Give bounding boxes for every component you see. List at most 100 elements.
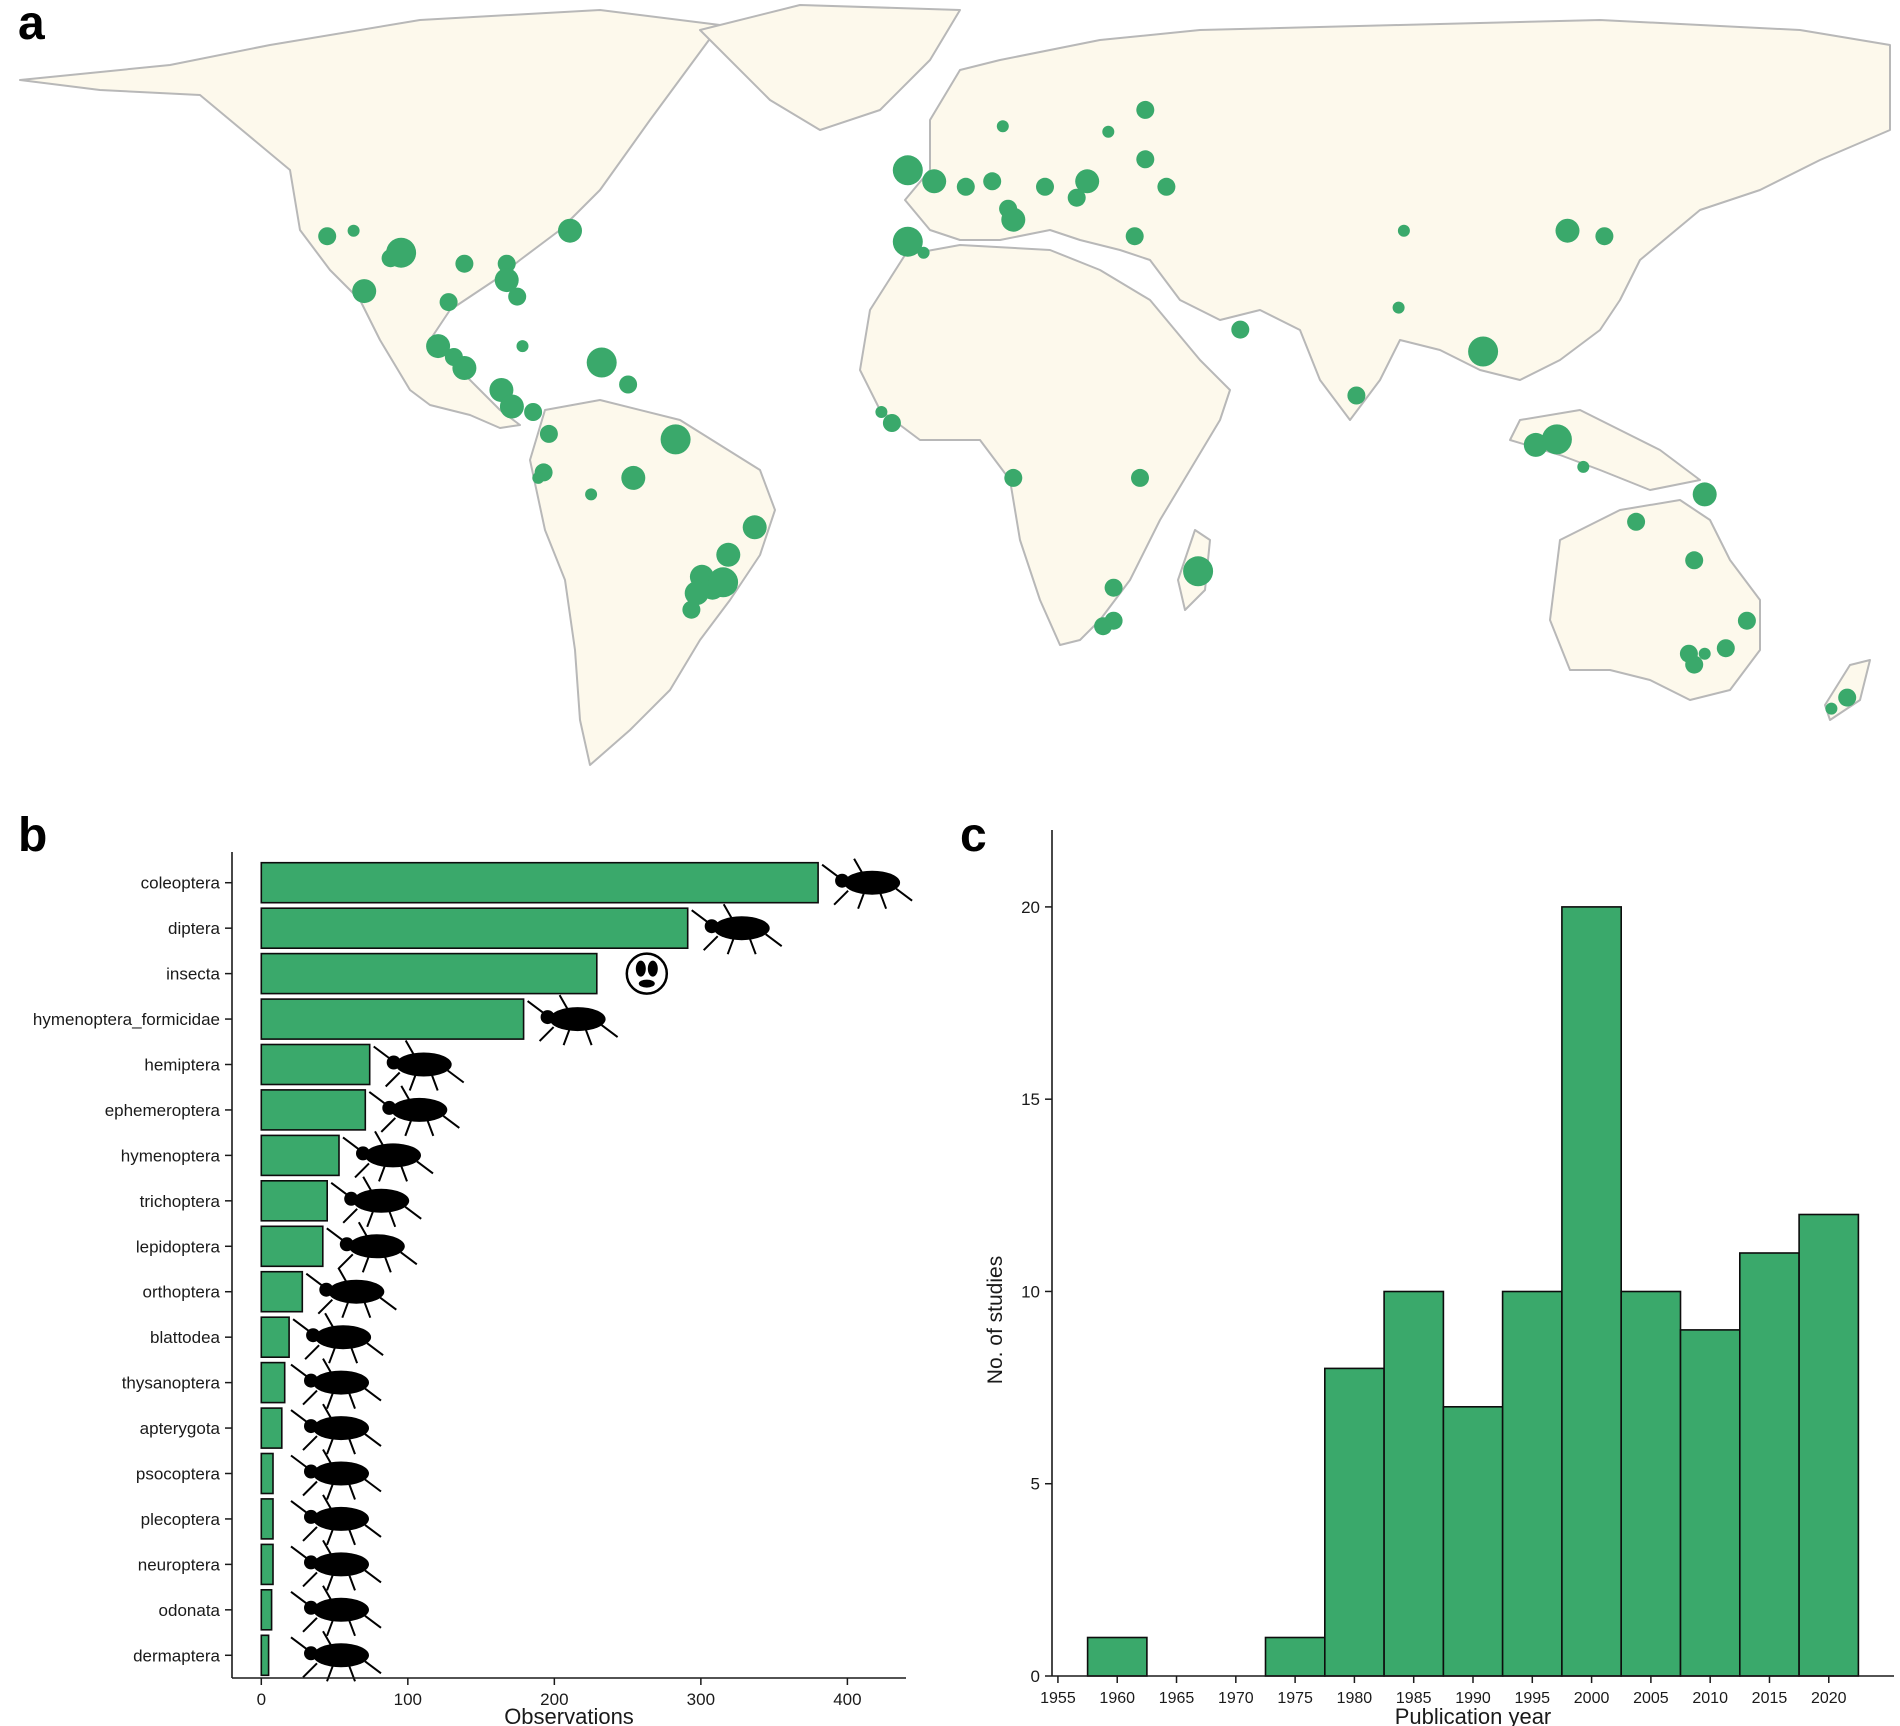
earwig-icon [290,1630,382,1682]
fly-icon [691,903,783,955]
site-marker [1001,207,1026,232]
y-tick-label: 5 [1031,1475,1040,1494]
bar-hemiptera [260,1043,371,1086]
site-marker [585,488,598,501]
silverfish-icon [290,1403,382,1455]
site-marker [922,169,947,194]
x-tick-label: 2015 [1752,1690,1788,1707]
site-marker [716,542,741,567]
y-tick-label: coleoptera [141,874,221,893]
dragonfly-icon [290,1585,382,1637]
x-tick-label: 2010 [1692,1690,1728,1707]
x-tick-label: 2005 [1633,1690,1669,1707]
y-tick-label: lepidoptera [136,1237,221,1256]
bar-dermaptera [260,1634,270,1677]
y-tick-labels: coleoptera diptera insecta hymenoptera_form… [33,874,232,1665]
site-marker [996,120,1009,133]
histogram-bar-2000 [1561,906,1623,1677]
site-marker [508,287,527,306]
y-tick-label: thysanoptera [122,1374,221,1393]
y-tick-label: trichoptera [140,1192,221,1211]
bar-hymenoptera [260,1134,340,1177]
land-africa [859,244,1231,646]
site-marker [386,237,417,268]
site-marker [1157,177,1176,196]
y-tick-label: odonata [159,1601,221,1620]
histogram-bar-1995 [1501,1290,1563,1677]
x-tick-label: 1970 [1218,1690,1254,1707]
bar-ephemeroptera [260,1089,367,1131]
bar-psocoptera [260,1452,274,1495]
site-marker [516,340,529,353]
site-marker [1577,460,1590,473]
site-marker [742,515,767,540]
y-tick-label: 20 [1021,898,1040,917]
site-marker [1698,647,1711,660]
site-marker [1692,482,1717,507]
bar-odonata [260,1588,273,1631]
site-marker [1392,301,1405,314]
histogram-bar-1980 [1323,1367,1385,1677]
site-marker [1136,100,1155,119]
bar-lepidoptera [260,1225,324,1268]
site-marker [1555,218,1580,243]
histogram-bar-2020 [1798,1213,1860,1677]
x-tick-label: 2000 [1574,1690,1610,1707]
y-tick-label: 0 [1031,1667,1040,1686]
site-marker [1104,578,1123,597]
mayfly-icon [368,1085,460,1137]
publication-year-histogram: 1955 1960 1965 1970 1975 1980 1985 1990 1995 2000… [984,830,1894,1726]
site-marker [1541,424,1572,455]
y-tick-label: orthoptera [143,1283,221,1302]
continents [19,4,1891,766]
y-tick-label: blattodea [150,1328,220,1347]
site-marker [352,279,377,304]
x-tick-label: 1960 [1099,1690,1135,1707]
site-marker [1004,468,1023,487]
y-tick-label: apterygota [140,1419,221,1438]
y-tick-label: psocoptera [136,1465,221,1484]
site-marker [917,246,930,259]
x-tick-label: 2020 [1811,1690,1847,1707]
site-marker [1075,169,1100,194]
x-tick-label: 300 [687,1690,715,1709]
site-marker [660,424,691,455]
y-tick-label: 10 [1021,1282,1040,1301]
site-marker [499,394,524,419]
site-marker [558,218,582,243]
site-marker [956,177,975,196]
site-marker [621,465,646,490]
site-marker [586,347,617,378]
site-marker [1716,639,1735,658]
site-marker [892,155,923,186]
site-marker [455,254,474,273]
site-marker [539,424,558,443]
site-marker [452,356,477,380]
land-australia [1549,499,1761,701]
grasshopper-icon [305,1267,397,1319]
land-south-america [529,399,776,766]
site-marker [1825,702,1838,715]
booklouse-icon [290,1449,382,1500]
site-marker [1104,611,1123,630]
bar-neuroptera [260,1543,274,1586]
x-tick-label: 0 [257,1690,266,1709]
histogram-bar-1975 [1264,1636,1326,1677]
y-axis-label: No. of studies [984,1256,1007,1384]
thrips-icon [290,1358,382,1409]
lacewing-icon [290,1539,382,1591]
site-marker [439,293,458,312]
site-marker [524,403,543,421]
x-tick-label: 1965 [1159,1690,1195,1707]
bar-insecta [260,952,598,995]
site-marker [1125,227,1144,246]
bee-icon [342,1130,434,1182]
y-tick-label: hymenoptera [121,1146,221,1165]
world-map [19,4,1891,766]
site-marker [347,224,360,237]
land-greenland [699,4,961,131]
caddisfly-icon [330,1176,422,1228]
bug-icon [373,1040,465,1091]
bar-diptera [260,907,689,949]
site-marker [1838,688,1857,707]
